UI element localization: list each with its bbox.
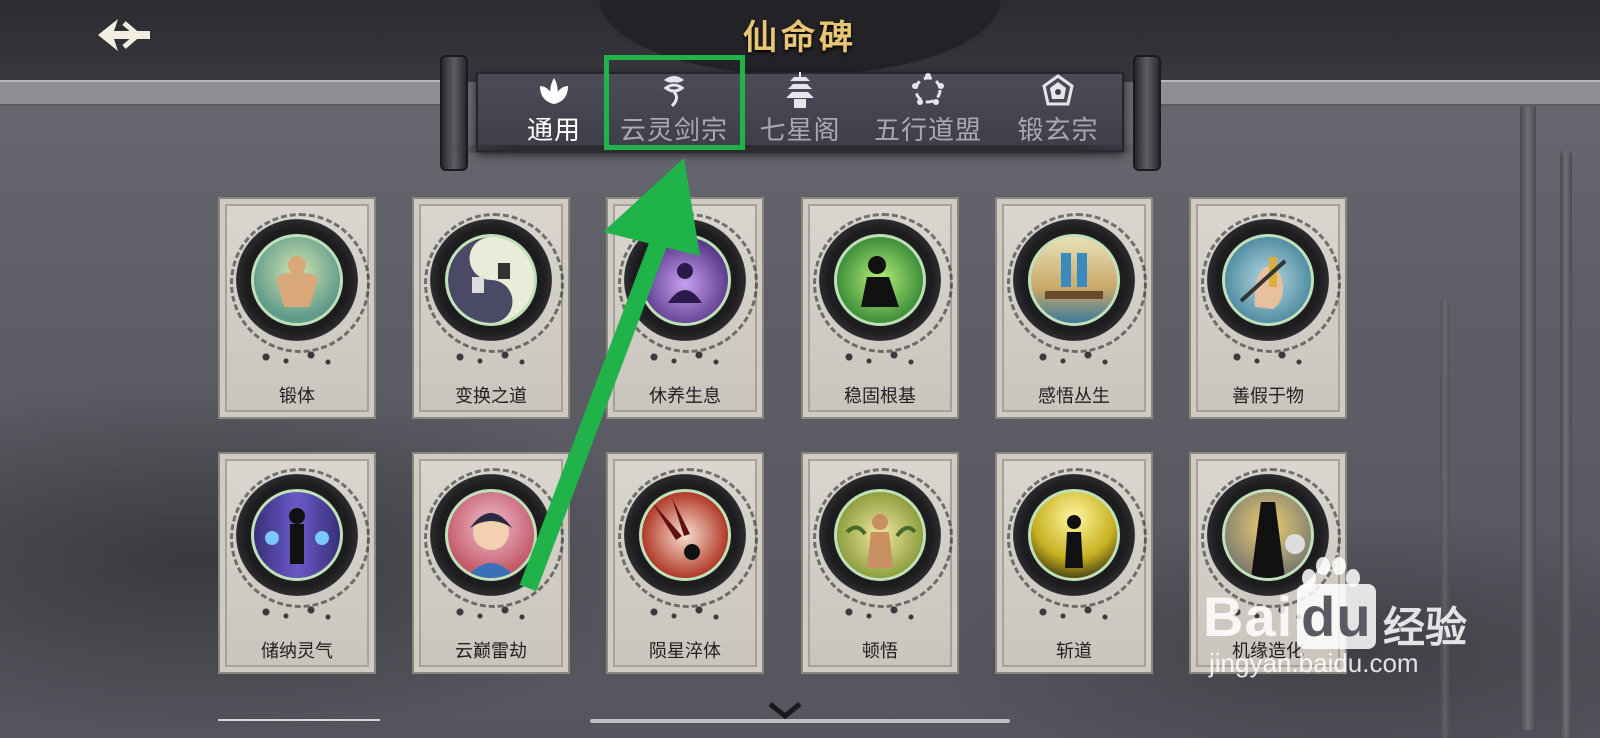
skill-name: 锻体 [279,386,315,407]
skill-card-cloud-peak-thunder[interactable]: 云巅雷劫 [412,452,570,674]
skill-card-use-of-things[interactable]: 善假于物 [1189,197,1347,419]
tab-general[interactable]: 通用 [494,70,614,150]
skill-card-recuperate[interactable]: 休养生息 [606,197,764,419]
qi-figure-icon [251,489,343,581]
page-title: 仙命碑 [743,18,857,58]
meditating-figure-icon [639,234,731,326]
ink-dots [450,604,530,622]
skill-card-store-qi[interactable]: 储纳灵气 [218,452,376,674]
watermark: Bai du 经验 jingyan.baidu.com [1203,556,1493,686]
bamboo-decoration [1560,150,1572,738]
forge-emblem-icon [1042,74,1074,106]
tab-label: 通用 [526,116,581,146]
skill-name: 感悟丛生 [1038,386,1110,407]
skill-name: 云巅雷劫 [455,641,527,662]
scroll-banner-icon [1028,234,1120,326]
hand-with-talisman-icon [1222,234,1314,326]
skill-card-insight-arises[interactable]: 感悟丛生 [995,197,1153,419]
back-arrow-icon [98,19,150,51]
ink-dots [644,604,724,622]
skill-card-way-of-change[interactable]: 变换之道 [412,197,570,419]
skill-name: 顿悟 [862,641,898,662]
ink-dots [256,349,336,367]
ink-dots [839,604,919,622]
annotation-highlight-box [604,55,745,150]
skill-name: 斩道 [1056,641,1092,662]
skill-name: 储纳灵气 [261,641,333,662]
page-indicator-line [218,719,380,721]
tab-label: 五行道盟 [873,116,982,146]
meteor-strike-icon [639,489,731,581]
ink-dots [839,349,919,367]
tab-seven-star-pavilion[interactable]: 七星阁 [740,70,860,150]
scroll-rod-right [1133,55,1161,171]
chevron-down-icon[interactable] [768,700,802,726]
scroll-rail-left [0,80,450,106]
ink-dots [1227,349,1307,367]
bamboo-decoration [1520,90,1536,730]
ink-dots [1033,349,1113,367]
enlightened-figure-icon [834,489,926,581]
ink-dots [1033,604,1113,622]
ink-dots [644,349,724,367]
tab-five-elements-alliance[interactable]: 五行道盟 [868,70,988,150]
character-portrait-icon [445,489,537,581]
scroll-rod-left [440,55,468,171]
ink-dots [256,604,336,622]
skill-name: 稳固根基 [844,386,916,407]
skill-card-solid-foundation[interactable]: 稳固根基 [801,197,959,419]
tab-label: 七星阁 [759,116,841,146]
light-beam-figure-icon [1028,489,1120,581]
scroll-rail-right [1148,80,1600,106]
skill-name: 善假于物 [1232,386,1304,407]
watermark-suffix: 经验 [1383,603,1468,652]
skill-name: 陨星淬体 [649,641,721,662]
skill-card-meteor-tempering[interactable]: 陨星淬体 [606,452,764,674]
watermark-url: jingyan.baidu.com [1209,648,1419,678]
muscle-figure-icon [251,234,343,326]
skill-card-body-tempering[interactable]: 锻体 [218,197,376,419]
yin-yang-icon [445,234,537,326]
tab-label: 锻玄宗 [1017,116,1099,146]
skill-name: 休养生息 [649,386,721,407]
sitting-figure-icon [834,234,926,326]
skill-name: 变换之道 [455,386,527,407]
five-elements-icon [912,73,944,105]
ink-dots [450,349,530,367]
lotus-icon [540,78,568,104]
tab-duanxuan-sect[interactable]: 锻玄宗 [998,70,1118,150]
skill-card-cut-the-dao[interactable]: 斩道 [995,452,1153,674]
skill-card-epiphany[interactable]: 顿悟 [801,452,959,674]
watermark-brand: Bai du [1203,584,1376,649]
back-button[interactable] [92,12,156,58]
pagoda-icon [786,72,814,108]
